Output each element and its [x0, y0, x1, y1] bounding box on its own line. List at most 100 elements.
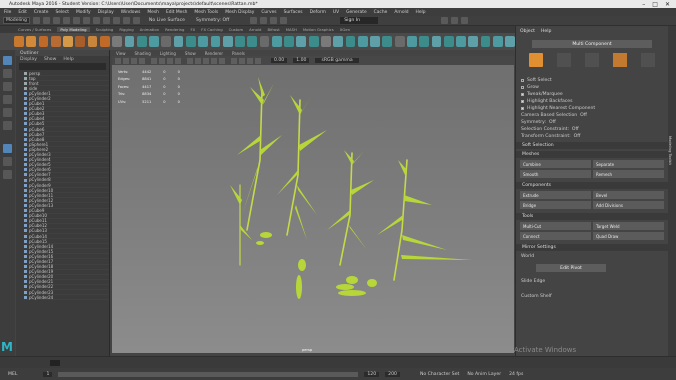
separate-button[interactable]: Separate	[593, 160, 664, 168]
tab-xgen[interactable]: XGen	[340, 27, 350, 32]
checkbox-icon[interactable]	[521, 86, 524, 89]
camera-based-selection[interactable]: Camera Based Selection Off	[516, 112, 668, 119]
menu-select[interactable]: Select	[55, 10, 69, 15]
save-scene-icon[interactable]	[52, 17, 60, 24]
shelf-tool-icon[interactable]	[38, 36, 49, 47]
gamma-value[interactable]: 1.00	[293, 58, 310, 63]
shelf-tool-icon[interactable]	[222, 36, 233, 47]
checkbox-icon[interactable]	[521, 93, 524, 96]
outliner-search-input[interactable]	[19, 63, 106, 70]
shelf-tool-icon[interactable]	[333, 36, 344, 47]
selection-constraint-row[interactable]: Selection Constraint: Off	[516, 126, 668, 133]
start-frame[interactable]: 1	[43, 371, 53, 377]
tab-motion-graphics[interactable]: Motion Graphics	[303, 27, 334, 32]
viewport-menu-view[interactable]: View	[116, 51, 126, 56]
paint-select-icon[interactable]	[3, 82, 12, 91]
connect-button[interactable]: Connect	[520, 232, 591, 240]
transform-constraint-row[interactable]: Transform Constraint: Off	[516, 133, 668, 140]
menu-mesh-tools[interactable]: Mesh Tools	[194, 10, 218, 15]
range-slider-bar[interactable]	[58, 371, 359, 377]
menu-mesh-display[interactable]: Mesh Display	[225, 10, 254, 15]
snap-grid-icon[interactable]	[112, 17, 120, 24]
shelf-tool-icon[interactable]	[480, 36, 491, 47]
tab-help[interactable]: Help	[541, 29, 551, 34]
vertical-toolkit-tab[interactable]: Modeling Toolkit	[668, 136, 672, 165]
hypershade-icon[interactable]	[280, 17, 288, 24]
no-anim-layer[interactable]: No Anim Layer	[467, 372, 501, 377]
shelf-tool-icon[interactable]	[271, 36, 282, 47]
lights-icon[interactable]	[211, 57, 217, 64]
shelf-tool-icon[interactable]	[407, 36, 417, 47]
outliner-menu-help[interactable]: Help	[63, 57, 73, 62]
panel-toggle-icon[interactable]	[441, 17, 449, 24]
option-row[interactable]: Grow	[516, 84, 668, 91]
slide-edge-row[interactable]: Slide Edge	[516, 278, 668, 285]
object-mode-icon[interactable]	[529, 53, 543, 67]
tab-animation[interactable]: Animation	[140, 27, 159, 32]
grid-icon[interactable]	[151, 57, 157, 64]
xray-icon[interactable]	[239, 57, 245, 64]
symmetry-row[interactable]: Symmetry: Off	[516, 119, 668, 126]
checkbox-icon[interactable]	[521, 107, 524, 110]
shelf-tool-icon[interactable]	[456, 36, 466, 47]
tab-object[interactable]: Object	[520, 29, 535, 34]
menu-mesh[interactable]: Mesh	[147, 10, 159, 15]
checkbox-icon[interactable]	[521, 79, 524, 82]
lasso-tool-icon[interactable]	[3, 69, 12, 78]
close-icon[interactable]: ✕	[665, 1, 670, 8]
shelf-tool-icon[interactable]	[345, 36, 356, 47]
camera-attrs-icon[interactable]	[123, 57, 129, 64]
shelf-tool-icon[interactable]	[87, 36, 98, 47]
shelf-tool-icon[interactable]	[14, 36, 24, 47]
shelf-tool-icon[interactable]	[321, 36, 331, 47]
colorspace-dropdown[interactable]: sRGB gamma	[315, 58, 359, 63]
shelf-tool-icon[interactable]	[136, 36, 147, 47]
select-component-icon[interactable]	[102, 17, 110, 24]
option-row[interactable]: Highlight Backfaces	[516, 98, 668, 105]
tab-sculpting[interactable]: Sculpting	[96, 27, 114, 32]
tab-fx[interactable]: FX	[190, 27, 195, 32]
exposure-value[interactable]: 0.00	[271, 58, 288, 63]
snap-curve-icon[interactable]	[122, 17, 130, 24]
soft-selection-section[interactable]: Soft Selection	[516, 142, 668, 149]
tab-rigging[interactable]: Rigging	[119, 27, 133, 32]
backface-icon[interactable]	[255, 57, 261, 64]
outliner-menu-show[interactable]: Show	[44, 57, 56, 62]
open-scene-icon[interactable]	[42, 17, 50, 24]
minimize-icon[interactable]: –	[642, 1, 645, 8]
components-section[interactable]: Components	[516, 182, 668, 189]
shelf-tool-icon[interactable]	[161, 36, 172, 47]
shelf-tool-icon[interactable]	[50, 36, 61, 47]
shelf-tool-icon[interactable]	[296, 36, 307, 47]
maximize-icon[interactable]: □	[652, 1, 658, 8]
move-tool-icon[interactable]	[3, 95, 12, 104]
menu-display[interactable]: Display	[98, 10, 114, 15]
close-selection-icon[interactable]	[641, 53, 655, 67]
tab-arnold[interactable]: Arnold	[249, 27, 261, 32]
snap-point-icon[interactable]	[132, 17, 140, 24]
render-settings-icon[interactable]	[270, 17, 278, 24]
shelf-tool-icon[interactable]	[173, 36, 184, 47]
textured-icon[interactable]	[203, 57, 209, 64]
no-character-set[interactable]: No Character Set	[420, 372, 459, 377]
image-plane-icon[interactable]	[139, 57, 145, 64]
menu-file[interactable]: File	[4, 10, 11, 15]
combine-button[interactable]: Combine	[520, 160, 591, 168]
end-frame[interactable]: 120	[364, 371, 380, 377]
shelf-tool-icon[interactable]	[149, 36, 159, 47]
tab-bifrost[interactable]: Bifrost	[267, 27, 279, 32]
vertex-mode-icon[interactable]	[557, 53, 571, 67]
edit-pivot-button[interactable]: Edit Pivot	[536, 264, 606, 272]
shelf-tool-icon[interactable]	[505, 36, 516, 47]
target-weld-button[interactable]: Target Weld	[593, 222, 664, 230]
mode-dropdown[interactable]: Modeling	[3, 17, 30, 24]
time-slider[interactable]	[0, 356, 676, 368]
persp-outliner-layout-icon[interactable]	[3, 170, 12, 179]
shelf-tool-icon[interactable]	[382, 36, 393, 47]
option-row[interactable]: Highlight Nearest Component	[516, 105, 668, 112]
bridge-button[interactable]: Bridge	[520, 201, 591, 209]
smooth-button[interactable]: Smooth	[520, 170, 591, 178]
four-view-layout-icon[interactable]	[3, 157, 12, 166]
ipr-render-icon[interactable]	[260, 17, 268, 24]
shelf-tool-icon[interactable]	[308, 36, 319, 47]
